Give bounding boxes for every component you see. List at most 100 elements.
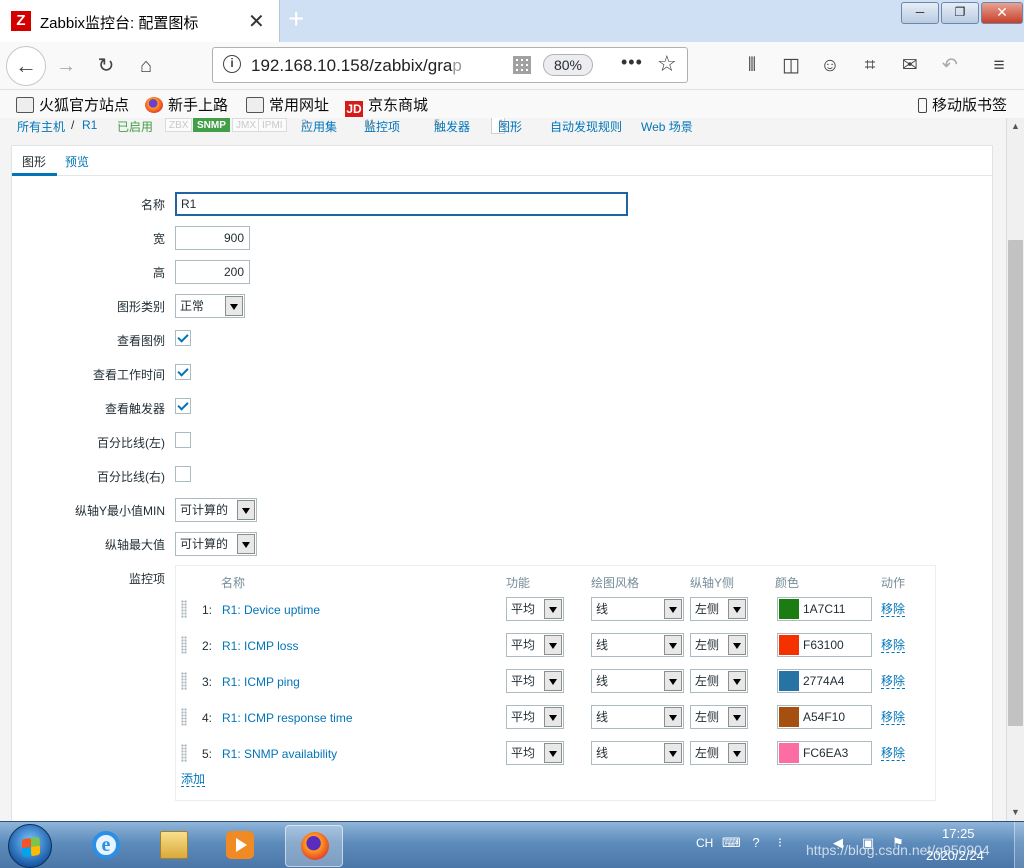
- ymin-select[interactable]: 可计算的: [175, 498, 257, 522]
- scroll-down-arrow-icon[interactable]: ▼: [1007, 804, 1024, 821]
- ymax-select[interactable]: 可计算的: [175, 532, 257, 556]
- breadcrumb-graphs[interactable]: 图形 1: [491, 118, 522, 134]
- color-swatch[interactable]: [779, 743, 799, 763]
- start-button[interactable]: [8, 824, 52, 868]
- item-draw-style-select[interactable]: 线: [591, 597, 684, 621]
- show-triggers-checkbox[interactable]: [175, 398, 191, 414]
- color-swatch[interactable]: [779, 671, 799, 691]
- tab-close-icon[interactable]: ✕: [248, 9, 265, 34]
- remove-item-link[interactable]: 移除: [881, 603, 906, 617]
- sidebar-icon[interactable]: ◫: [777, 52, 805, 80]
- tray-expand-icon[interactable]: ⁝: [772, 835, 788, 851]
- item-color-picker[interactable]: A54F10: [777, 705, 872, 729]
- show-working-time-checkbox[interactable]: [175, 364, 191, 380]
- graph-type-select[interactable]: 正常: [175, 294, 245, 318]
- new-tab-icon[interactable]: +: [288, 3, 304, 35]
- drag-handle-icon[interactable]: [181, 636, 187, 654]
- color-hex-value[interactable]: FC6EA3: [803, 746, 848, 760]
- input-language[interactable]: CH: [696, 836, 713, 850]
- item-draw-style-select[interactable]: 线: [591, 741, 684, 765]
- remove-item-link[interactable]: 移除: [881, 747, 906, 761]
- percentile-left-checkbox[interactable]: [175, 432, 191, 448]
- item-color-picker[interactable]: FC6EA3: [777, 741, 872, 765]
- window-minimize-button[interactable]: ─: [901, 2, 939, 24]
- item-y-axis-side-select[interactable]: 左侧: [690, 669, 748, 693]
- drag-handle-icon[interactable]: [181, 672, 187, 690]
- item-y-axis-side-select[interactable]: 左侧: [690, 633, 748, 657]
- bookmark-getting-started[interactable]: 新手上路: [145, 94, 228, 114]
- media-player-app[interactable]: [211, 825, 269, 867]
- color-hex-value[interactable]: F63100: [803, 638, 844, 652]
- drag-handle-icon[interactable]: [181, 708, 187, 726]
- volume-icon[interactable]: ◀: [830, 835, 846, 851]
- undo-icon[interactable]: ↶: [936, 52, 964, 80]
- color-hex-value[interactable]: 1A7C11: [803, 602, 845, 616]
- page-scrollbar[interactable]: ▲ ▼: [1006, 118, 1024, 821]
- percentile-right-checkbox[interactable]: [175, 466, 191, 482]
- item-function-select[interactable]: 平均: [506, 741, 564, 765]
- help-icon[interactable]: ?: [748, 835, 764, 851]
- scroll-up-arrow-icon[interactable]: ▲: [1007, 118, 1024, 135]
- firefox-app[interactable]: [285, 825, 343, 867]
- item-function-select[interactable]: 平均: [506, 705, 564, 729]
- bookmark-jd-mall[interactable]: JD 京东商城: [345, 94, 428, 117]
- item-draw-style-select[interactable]: 线: [591, 669, 684, 693]
- item-name-link[interactable]: R1: ICMP ping: [222, 675, 300, 689]
- color-hex-value[interactable]: 2774A4: [803, 674, 844, 688]
- show-legend-checkbox[interactable]: [175, 330, 191, 346]
- remove-item-link[interactable]: 移除: [881, 675, 906, 689]
- tab-preview[interactable]: 预览: [65, 153, 89, 170]
- item-color-picker[interactable]: 1A7C11: [777, 597, 872, 621]
- breadcrumb-all-hosts[interactable]: 所有主机: [17, 118, 65, 135]
- drag-handle-icon[interactable]: [181, 600, 187, 618]
- breadcrumb-host[interactable]: R1: [82, 118, 97, 132]
- bookmark-mobile[interactable]: 移动版书签: [918, 94, 1007, 114]
- item-draw-style-select[interactable]: 线: [591, 633, 684, 657]
- remove-item-link[interactable]: 移除: [881, 711, 906, 725]
- item-function-select[interactable]: 平均: [506, 669, 564, 693]
- drag-handle-icon[interactable]: [181, 744, 187, 762]
- library-icon[interactable]: ⫴: [738, 52, 766, 80]
- reload-icon[interactable]: ↻: [92, 52, 120, 80]
- breadcrumb-web-scenarios[interactable]: Web 场景: [641, 118, 693, 135]
- browser-tab[interactable]: Z Zabbix监控台: 配置图标 ✕: [0, 0, 280, 42]
- item-color-picker[interactable]: F63100: [777, 633, 872, 657]
- show-desktop-button[interactable]: [1014, 822, 1024, 868]
- host-status[interactable]: 已启用: [117, 118, 153, 135]
- add-item-link[interactable]: 添加: [181, 773, 206, 787]
- width-input[interactable]: 900: [175, 226, 250, 250]
- name-input[interactable]: R1: [175, 192, 628, 216]
- item-name-link[interactable]: R1: SNMP availability: [222, 747, 337, 761]
- bookmark-common-sites[interactable]: 常用网址: [246, 94, 329, 114]
- remove-item-link[interactable]: 移除: [881, 639, 906, 653]
- home-icon[interactable]: ⌂: [132, 52, 160, 80]
- item-function-select[interactable]: 平均: [506, 597, 564, 621]
- item-name-link[interactable]: R1: Device uptime: [222, 603, 320, 617]
- item-name-link[interactable]: R1: ICMP response time: [222, 711, 353, 725]
- bookmark-star-icon[interactable]: ☆: [657, 51, 677, 77]
- clock-time[interactable]: 17:25: [942, 826, 975, 841]
- item-name-link[interactable]: R1: ICMP loss: [222, 639, 298, 653]
- item-function-select[interactable]: 平均: [506, 633, 564, 657]
- forward-arrow-icon[interactable]: →: [52, 52, 80, 80]
- item-y-axis-side-select[interactable]: 左侧: [690, 741, 748, 765]
- hamburger-menu-icon[interactable]: ≡: [985, 52, 1013, 80]
- window-maximize-button[interactable]: ❐: [941, 2, 979, 24]
- crop-icon[interactable]: ⌗: [856, 52, 884, 80]
- color-swatch[interactable]: [779, 635, 799, 655]
- zoom-level-badge[interactable]: 80%: [543, 54, 593, 76]
- back-arrow-icon[interactable]: ←: [6, 46, 46, 86]
- tab-graph[interactable]: 图形: [22, 153, 46, 170]
- chat-icon[interactable]: ✉: [896, 52, 924, 80]
- color-swatch[interactable]: [779, 707, 799, 727]
- item-y-axis-side-select[interactable]: 左侧: [690, 597, 748, 621]
- clock-date[interactable]: 2020/2/24: [926, 848, 984, 863]
- site-info-icon[interactable]: i: [223, 55, 241, 73]
- account-icon[interactable]: ☺: [816, 52, 844, 80]
- url-text[interactable]: 192.168.10.158/zabbix/grap: [251, 56, 487, 76]
- color-swatch[interactable]: [779, 599, 799, 619]
- scrollbar-thumb[interactable]: [1008, 240, 1023, 726]
- item-draw-style-select[interactable]: 线: [591, 705, 684, 729]
- window-close-button[interactable]: ✕: [981, 2, 1023, 24]
- internet-explorer-app[interactable]: e: [77, 825, 135, 867]
